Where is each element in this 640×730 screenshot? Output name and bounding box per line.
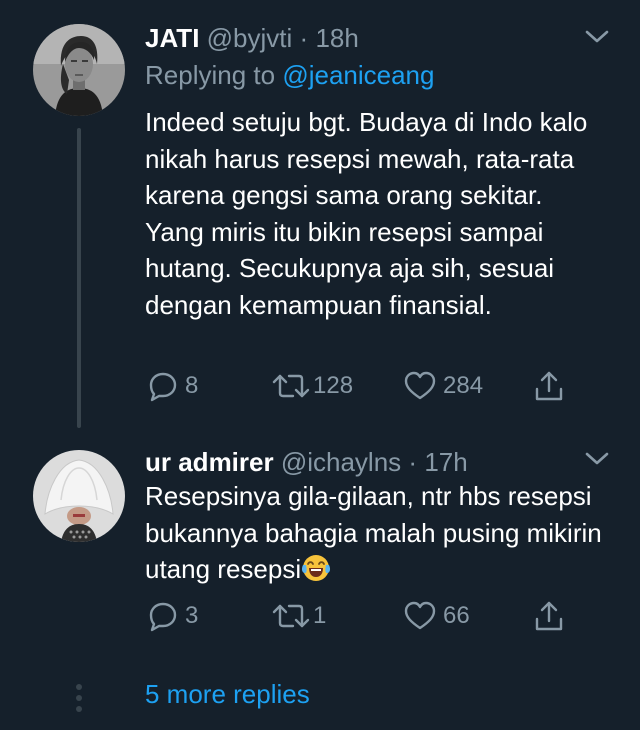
replying-to-label: Replying to: [145, 60, 283, 90]
more-replies-dots-icon: [74, 680, 84, 716]
avatar[interactable]: [33, 24, 125, 116]
heart-icon: [404, 371, 436, 400]
reply-button[interactable]: 8: [147, 366, 198, 406]
chevron-down-icon[interactable]: [584, 28, 610, 46]
reply-icon: [149, 372, 177, 402]
heart-icon: [404, 601, 436, 630]
separator-dot: ·: [408, 447, 418, 477]
user-handle[interactable]: @ichaylns: [281, 447, 401, 477]
profile-photo-woman: [33, 24, 125, 116]
separator-dot: ·: [299, 23, 309, 53]
reply-button[interactable]: 3: [147, 596, 198, 636]
face-with-tears-of-joy-icon: [302, 555, 331, 581]
display-name[interactable]: JATI: [145, 23, 199, 53]
reply-count: 3: [185, 602, 199, 629]
like-button[interactable]: 284: [403, 366, 483, 406]
thread-connector-line: [77, 128, 81, 428]
replying-to: Replying to @jeaniceang: [145, 58, 434, 92]
conversation-thread: JATI @byjvti · 18h Replying to @jeanicea…: [0, 0, 640, 730]
like-button[interactable]: 66: [403, 596, 470, 636]
retweet-button[interactable]: 128: [271, 366, 353, 406]
reply-icon: [149, 602, 177, 632]
retweet-icon: [272, 374, 310, 398]
reply-count: 8: [185, 372, 199, 399]
mention-link[interactable]: @jeaniceang: [282, 60, 434, 90]
timestamp[interactable]: 17h: [424, 447, 467, 477]
like-count: 284: [443, 372, 484, 399]
display-name[interactable]: ur admirer: [145, 447, 274, 477]
tweet-text-content: Resepsinya gila-gilaan, ntr hbs resepsi …: [145, 481, 602, 584]
avatar[interactable]: [33, 450, 125, 542]
tweet[interactable]: JATI @byjvti · 18h Replying to @jeanicea…: [0, 0, 640, 428]
chevron-down-icon[interactable]: [584, 450, 610, 468]
tweet-text: Resepsinya gila-gilaan, ntr hbs resepsi …: [145, 478, 605, 588]
tweet-header: JATI @byjvti · 18h: [145, 22, 359, 54]
like-count: 66: [443, 602, 470, 629]
share-icon: [535, 371, 563, 401]
tweet-header: ur admirer @ichaylns · 17h: [145, 446, 468, 478]
more-replies-link[interactable]: 5 more replies: [145, 678, 310, 710]
tweet-text: Indeed setuju bgt. Budaya di Indo kalo n…: [145, 107, 588, 320]
share-button[interactable]: [533, 596, 565, 636]
retweet-count: 1: [313, 602, 327, 629]
timestamp[interactable]: 18h: [315, 23, 358, 53]
tweet-actions: 8 128 284: [145, 366, 585, 406]
share-icon: [535, 601, 563, 631]
tweet[interactable]: ur admirer @ichaylns · 17h Resepsinya gi…: [0, 428, 640, 668]
retweet-button[interactable]: 1: [271, 596, 326, 636]
show-more-replies[interactable]: 5 more replies: [0, 668, 640, 730]
share-button[interactable]: [533, 366, 565, 406]
profile-photo-hat: [33, 450, 125, 542]
retweet-count: 128: [313, 372, 354, 399]
tweet-actions: 3 1 66: [145, 596, 585, 636]
retweet-icon: [272, 604, 310, 628]
user-handle[interactable]: @byjvti: [207, 23, 293, 53]
